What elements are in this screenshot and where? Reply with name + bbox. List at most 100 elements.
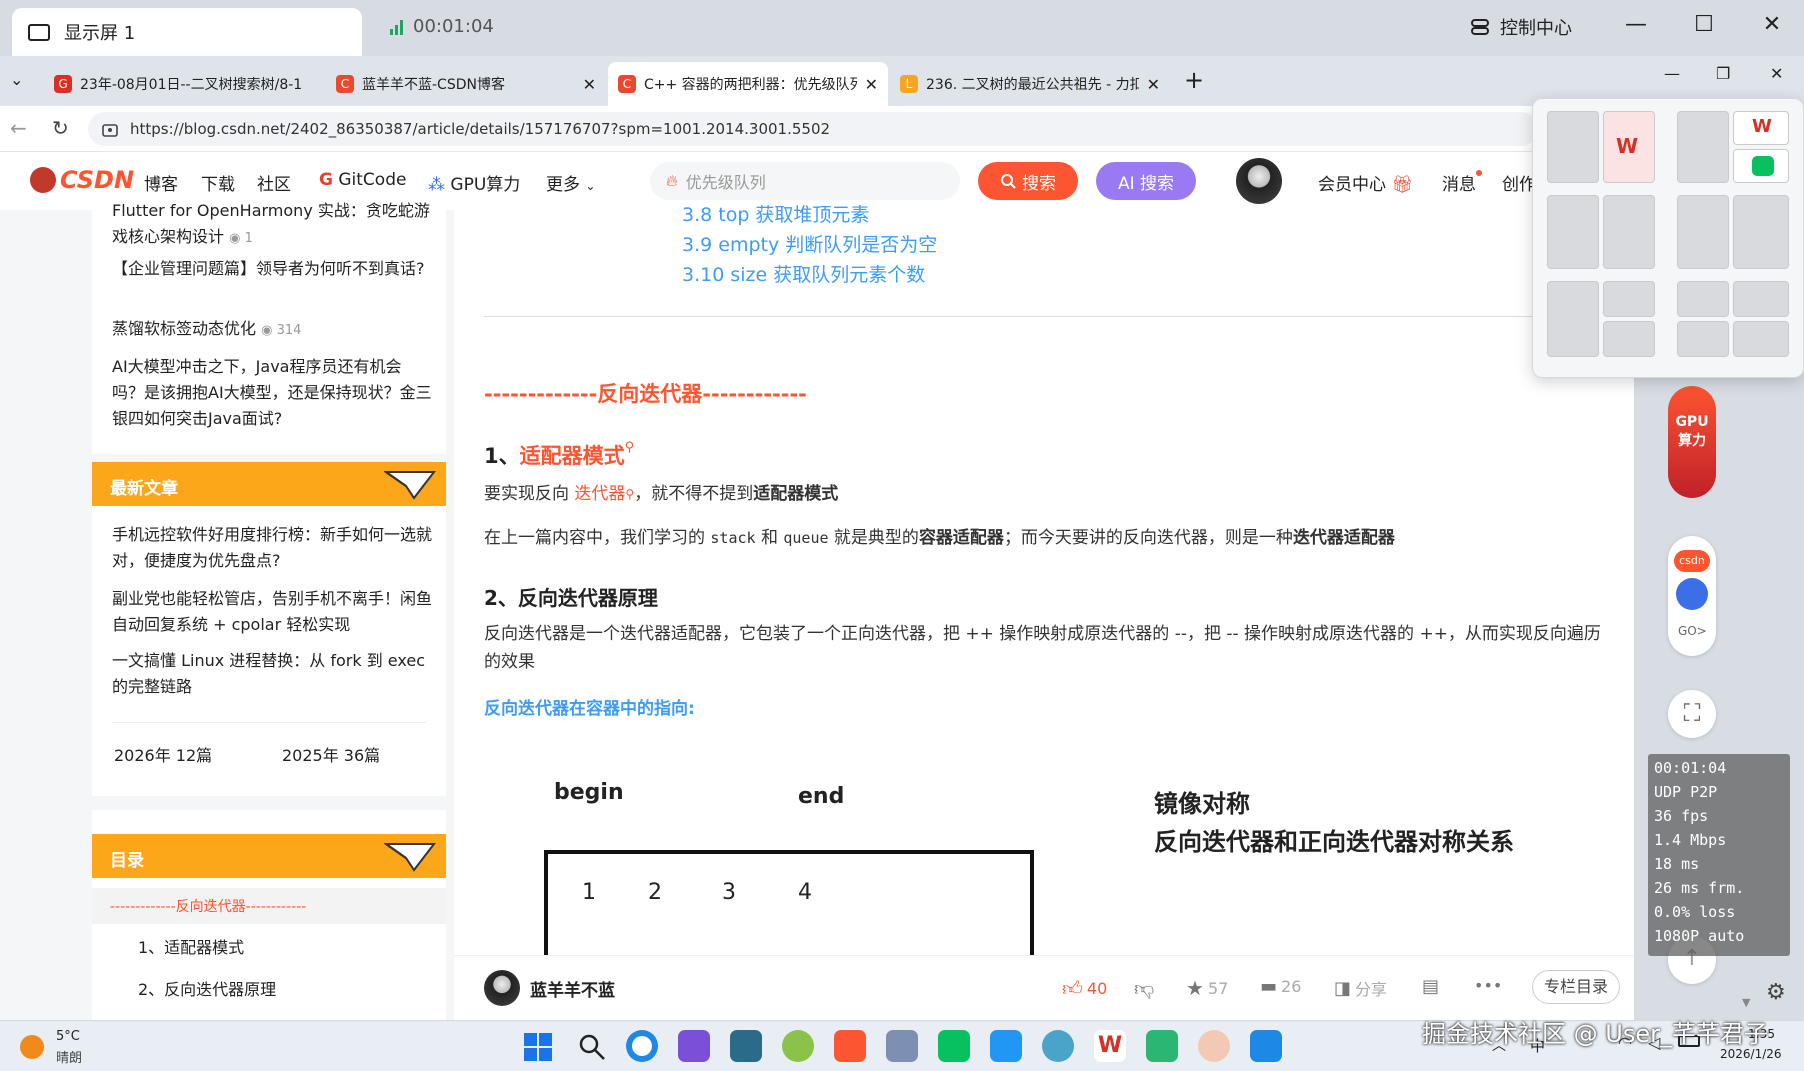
fullscreen-icon[interactable]: ⛶ [1668, 690, 1716, 738]
list-item[interactable]: 手机远控软件好用度排行榜：新手如何一选就对，便捷度为优先盘点? [112, 522, 432, 574]
browser-close-button[interactable]: ✕ [1770, 64, 1783, 83]
like-button[interactable]: 👍︎ 40 [1062, 976, 1107, 1001]
nav-gitcode[interactable]: G GitCode [319, 170, 406, 190]
toc-link[interactable]: 3.10 size 获取队列元素个数 [682, 260, 937, 290]
back-arrow-icon[interactable]: ← [10, 116, 27, 140]
app-icon[interactable] [730, 1030, 762, 1062]
snap-zone-active[interactable]: W [1603, 111, 1655, 183]
snap-zone[interactable] [1603, 321, 1655, 357]
toc-item-active[interactable]: -------------反向迭代器------------ [92, 888, 446, 924]
snap-zone[interactable] [1547, 195, 1599, 269]
url-field[interactable]: https://blog.csdn.net/2402_86350387/arti… [88, 112, 1538, 146]
toc-item[interactable]: 2、反向迭代器原理 [138, 976, 276, 1000]
csdn-assistant-button[interactable]: csdn GO> [1668, 536, 1716, 656]
avatar[interactable] [1236, 158, 1282, 204]
member-center-link[interactable]: 会员中心 🎁︎ [1318, 170, 1413, 195]
display-tab[interactable]: 显示屏 1 [12, 8, 362, 56]
wps-icon[interactable]: W [1094, 1030, 1126, 1062]
keyword-link[interactable]: 迭代器 [574, 484, 625, 504]
archive-2026[interactable]: 2026年 12篇 [114, 742, 212, 766]
snap-zone[interactable] [1733, 281, 1789, 317]
csdn-logo[interactable]: CSDN [30, 166, 134, 194]
snap-zone[interactable] [1677, 321, 1729, 357]
tab-close-icon[interactable]: ✕ [865, 75, 878, 94]
toc-item[interactable]: 1、适配器模式 [138, 934, 244, 958]
messages-link[interactable]: 消息 [1442, 170, 1482, 195]
app-icon[interactable] [1250, 1030, 1282, 1062]
csdn-app-icon[interactable] [834, 1030, 866, 1062]
search-icon[interactable] [578, 1033, 606, 1061]
reload-icon[interactable]: ↻ [52, 116, 69, 140]
snap-zone[interactable] [1733, 321, 1789, 357]
list-item[interactable]: 一文搞懂 Linux 进程替换：从 fork 到 exec 的完整链路 [112, 648, 432, 700]
app-icon[interactable] [990, 1030, 1022, 1062]
browser-tab-1[interactable]: G 23年-08月01日--二叉树搜索树/8-1 [44, 62, 324, 106]
browser-minimize-button[interactable]: — [1664, 64, 1680, 83]
column-toc-button[interactable]: 专栏目录 [1532, 970, 1620, 1004]
app-icon[interactable] [1042, 1030, 1074, 1062]
favorite-button[interactable]: ★ 57 [1186, 976, 1228, 1000]
search-button[interactable]: 搜索 [978, 162, 1078, 200]
search-icon[interactable]: ⚲ [625, 440, 635, 455]
archive-2025[interactable]: 2025年 36篇 [282, 742, 380, 766]
tab-close-icon[interactable]: ✕ [583, 75, 596, 94]
snap-zone[interactable] [1733, 149, 1789, 183]
maximize-button[interactable]: ☐ [1684, 12, 1724, 42]
snap-zone[interactable] [1603, 195, 1655, 269]
ai-search-button[interactable]: AI 搜索 [1096, 162, 1196, 200]
gpu-float-button[interactable]: GPU 算力 [1668, 386, 1716, 498]
author-avatar[interactable] [484, 970, 520, 1006]
browser-restore-button[interactable]: ❐ [1716, 64, 1730, 83]
windows-start-icon[interactable] [524, 1033, 552, 1061]
toc-link[interactable]: 3.9 empty 判断队列是否为空 [682, 230, 937, 260]
wechat-icon[interactable] [938, 1030, 970, 1062]
search-input[interactable]: 🔥︎ 优先级队列 [650, 162, 960, 200]
scroll-down-icon[interactable]: ▼ [1742, 996, 1750, 1009]
weather-desc[interactable]: 晴朗 [56, 1047, 82, 1066]
snap-zone[interactable] [1677, 195, 1729, 269]
app-icon[interactable] [1198, 1030, 1230, 1062]
snap-zone[interactable] [1677, 111, 1729, 183]
list-item[interactable]: 【企业管理问题篇】领导者为何听不到真话? [112, 256, 432, 282]
snap-zone[interactable] [1547, 281, 1599, 357]
dislike-button[interactable]: 👎︎ [1134, 976, 1154, 1001]
app-icon[interactable] [1146, 1030, 1178, 1062]
browser-tab-4[interactable]: L 236. 二叉树的最近公共祖先 - 力扣 ✕ [890, 62, 1170, 106]
nav-download[interactable]: 下载 [201, 170, 235, 195]
tab-close-icon[interactable]: ✕ [1147, 75, 1160, 94]
clock-date[interactable]: 2026/1/26 [1720, 1047, 1782, 1061]
list-item[interactable]: 蒸馏软标签动态优化 ◉ 314 [112, 316, 432, 344]
snap-zone[interactable] [1733, 195, 1789, 269]
list-item[interactable]: 副业党也能轻松管店，告别手机不离手！闲鱼自动回复系统 + cpolar 轻松实现 [112, 586, 432, 638]
photos-icon[interactable] [886, 1030, 918, 1062]
snap-zone[interactable] [1677, 281, 1729, 317]
close-button[interactable]: ✕ [1752, 12, 1792, 42]
author-name[interactable]: 蓝羊羊不蓝 [530, 976, 615, 1001]
nav-community[interactable]: 社区 [257, 170, 291, 195]
tab-list-chevron-icon[interactable]: ⌄ [10, 70, 23, 89]
snap-zone[interactable]: W [1733, 111, 1789, 145]
app-icon[interactable] [782, 1030, 814, 1062]
pdf-button[interactable]: ▤ [1422, 976, 1439, 997]
visual-studio-icon[interactable] [678, 1030, 710, 1062]
browser-tab-3-active[interactable]: C C++ 容器的两把利器：优先级队列 ✕ [608, 62, 888, 106]
nav-more[interactable]: 更多 ⌄ [546, 170, 595, 195]
create-link[interactable]: 创作 [1502, 170, 1536, 195]
snap-zone[interactable] [1547, 111, 1599, 183]
weather-temp[interactable]: 5°C [56, 1029, 80, 1044]
nav-blog[interactable]: 博客 [144, 170, 178, 195]
control-center-button[interactable]: 控制中心 [1470, 14, 1572, 40]
settings-gear-icon[interactable]: ⚙ [1766, 980, 1786, 1005]
nav-gpu[interactable]: ⁂ GPU算力 [428, 170, 520, 195]
more-button[interactable]: ••• [1474, 976, 1502, 995]
list-item[interactable]: AI大模型冲击之下，Java程序员还有机会吗？是该拥抱AI大模型，还是保持现状？… [112, 354, 432, 432]
edge-browser-icon[interactable] [626, 1030, 658, 1062]
browser-tab-2[interactable]: C 蓝羊羊不蓝-CSDN博客 ✕ [326, 62, 606, 106]
snap-zone[interactable] [1603, 281, 1655, 317]
minimize-button[interactable]: — [1616, 12, 1656, 42]
list-item[interactable]: Flutter for OpenHarmony 实战：贪吃蛇游戏核心架构设计 ◉… [112, 198, 432, 250]
keyword-link[interactable]: 适配器模式 [520, 444, 625, 468]
toc-link[interactable]: 3.8 top 获取堆顶元素 [682, 200, 937, 230]
new-tab-button[interactable]: + [1184, 66, 1204, 94]
share-button[interactable]: ◨ 分享 [1334, 976, 1387, 1000]
